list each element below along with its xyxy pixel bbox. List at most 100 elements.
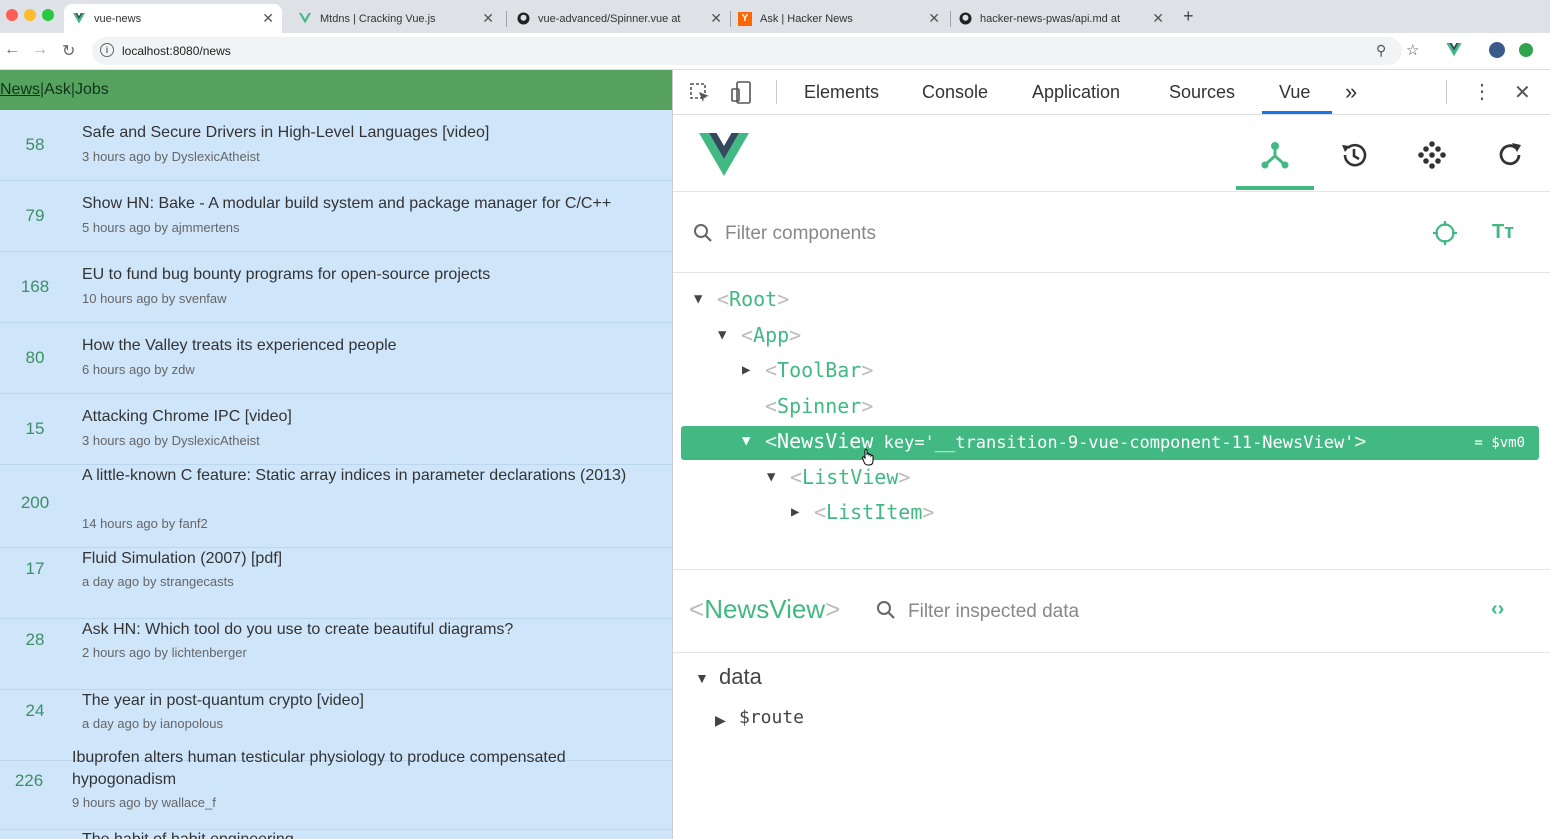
component-name: Spinner <box>777 394 862 418</box>
minimize-window-button[interactable] <box>24 9 36 21</box>
item-title[interactable]: Ask HN: Which tool do you use to create … <box>82 619 662 641</box>
tree-node-newsview[interactable]: ▼ <NewsView key='__transition-9-vue-comp… <box>681 426 1539 460</box>
list-item: 58 Safe and Secure Drivers in High-Level… <box>0 110 672 181</box>
tab-vue[interactable]: Vue <box>1279 82 1310 103</box>
item-title[interactable]: Ibuprofen alters human testicular physio… <box>72 747 632 791</box>
item-title[interactable]: A little-known C feature: Static array i… <box>82 465 642 487</box>
expand-arrow-icon[interactable]: ▶ <box>791 504 799 520</box>
browser-tab-spinner-vue[interactable]: vue-advanced/Spinner.vue at ✕ <box>508 4 730 33</box>
vue-devtools-header <box>673 115 1550 192</box>
format-names-icon[interactable]: Tт <box>1492 221 1514 244</box>
close-icon[interactable]: ✕ <box>928 10 940 27</box>
select-component-target-icon[interactable] <box>1433 221 1457 250</box>
item-points: 168 <box>20 277 50 296</box>
tab-separator <box>506 11 507 27</box>
omnibox[interactable]: i localhost:8080/news ⚲ ☆ <box>92 37 1419 65</box>
device-toolbar-icon[interactable] <box>731 81 753 110</box>
history-icon[interactable] <box>1334 135 1374 175</box>
browser-tab-cracking-vue[interactable]: Mtdns | Cracking Vue.js ✕ <box>290 4 502 33</box>
tab-application[interactable]: Application <box>1032 82 1120 103</box>
close-icon[interactable]: ✕ <box>482 10 494 27</box>
forward-arrow-icon[interactable]: → <box>32 41 48 59</box>
component-key: key='__transition-9-vue-component-11-New… <box>873 433 1355 453</box>
nav-link-jobs[interactable]: Jobs <box>75 81 109 99</box>
inspector-header: <NewsView> Filter inspected data ‹› <box>673 569 1550 653</box>
close-icon[interactable]: ✕ <box>1152 10 1164 27</box>
browser-tab-hacker-news[interactable]: Y Ask | Hacker News ✕ <box>730 4 948 33</box>
star-icon[interactable]: ☆ <box>1406 41 1419 59</box>
item-title[interactable]: The habit of habit engineering <box>82 829 662 839</box>
nav-link-news[interactable]: News <box>0 81 40 99</box>
component-name: App <box>753 323 790 347</box>
reload-icon[interactable]: ↻ <box>62 41 75 61</box>
close-icon[interactable]: ✕ <box>1514 80 1531 105</box>
component-filter-bar: Filter components Tт <box>673 192 1550 273</box>
item-meta: 10 hours ago by svenfaw <box>82 291 227 306</box>
zoom-icon[interactable]: ⚲ <box>1376 42 1386 59</box>
item-title[interactable]: Attacking Chrome IPC [video] <box>82 406 662 428</box>
tree-node-root[interactable]: ▼ <Root> <box>673 285 1550 317</box>
expand-arrow-icon[interactable]: ▼ <box>718 327 726 343</box>
list-item: 80 How the Valley treats its experienced… <box>0 323 672 394</box>
browser-tab-strip: vue-news ✕ Mtdns | Cracking Vue.js ✕ vue… <box>0 0 1550 33</box>
info-icon[interactable]: i <box>100 43 114 57</box>
tab-elements[interactable]: Elements <box>804 82 879 103</box>
close-window-button[interactable] <box>6 9 18 21</box>
item-meta: 3 hours ago by DyslexicAtheist <box>82 149 260 164</box>
tab-console[interactable]: Console <box>922 82 988 103</box>
zoom-window-button[interactable] <box>42 9 54 21</box>
browser-tab-api-md[interactable]: hacker-news-pwas/api.md at ✕ <box>950 4 1172 33</box>
close-icon[interactable]: ✕ <box>262 10 274 27</box>
browser-tab-vue-news[interactable]: vue-news ✕ <box>64 4 282 33</box>
item-title[interactable]: Safe and Secure Drivers in High-Level La… <box>82 122 662 144</box>
expand-arrow-icon[interactable]: ▼ <box>695 670 709 686</box>
expand-arrow-icon[interactable]: ▶ <box>742 362 750 378</box>
item-title[interactable]: Show HN: Bake - A modular build system a… <box>82 193 662 215</box>
data-field-route[interactable]: $route <box>739 707 804 728</box>
item-points: 58 <box>25 135 45 154</box>
inspected-data: ▼ data ▶ $route <box>673 652 1550 839</box>
component-tag: <ListItem> <box>814 500 935 524</box>
new-tab-button[interactable]: + <box>1183 6 1194 27</box>
code-icon[interactable]: ‹› <box>1491 598 1504 621</box>
tab-sources[interactable]: Sources <box>1169 82 1235 103</box>
item-title[interactable]: How the Valley treats its experienced pe… <box>82 335 662 357</box>
component-tag: <ListView> <box>790 465 911 489</box>
expand-arrow-icon[interactable]: ▼ <box>767 469 775 485</box>
list-item: 15 Attacking Chrome IPC [video] 3 hours … <box>0 394 672 465</box>
expand-arrow-icon[interactable]: ▼ <box>742 433 750 449</box>
list-item: 17 Fluid Simulation (2007) [pdf] a day a… <box>0 548 672 619</box>
item-points: 17 <box>25 559 45 578</box>
back-arrow-icon[interactable]: ← <box>4 41 20 59</box>
item-title[interactable]: EU to fund bug bounty programs for open-… <box>82 264 662 286</box>
tree-node-listitem[interactable]: ▶ <ListItem> <box>673 498 1550 530</box>
item-title[interactable]: Fluid Simulation (2007) [pdf] <box>82 548 662 570</box>
refresh-icon[interactable] <box>1490 135 1530 175</box>
component-name: ListView <box>802 465 899 489</box>
tree-node-spinner[interactable]: <Spinner> <box>673 392 1550 424</box>
tree-node-app[interactable]: ▼ <App> <box>673 321 1550 353</box>
url-text[interactable]: localhost:8080/news <box>122 44 231 58</box>
filter-components-input[interactable]: Filter components <box>725 223 876 245</box>
close-icon[interactable]: ✕ <box>710 10 722 27</box>
tree-node-toolbar[interactable]: ▶ <ToolBar> <box>673 356 1550 388</box>
expand-arrow-icon[interactable]: ▼ <box>694 291 702 307</box>
vuex-icon[interactable] <box>1412 135 1452 175</box>
nav-link-ask[interactable]: Ask <box>44 81 71 99</box>
vue-devtools-extension-icon[interactable] <box>1446 43 1462 61</box>
active-tab-indicator <box>1262 111 1332 114</box>
filter-inspected-data-input[interactable]: Filter inspected data <box>908 601 1079 623</box>
profile-avatar[interactable] <box>1489 42 1505 58</box>
kebab-menu-icon[interactable]: ⋮ <box>1472 79 1492 104</box>
more-tabs-button[interactable]: » <box>1345 79 1357 105</box>
search-icon <box>876 600 896 625</box>
inspect-element-icon[interactable] <box>689 82 711 109</box>
list-item: 168 EU to fund bug bounty programs for o… <box>0 252 672 323</box>
item-points: 200 <box>20 493 50 512</box>
extension-green-icon[interactable] <box>1519 43 1533 57</box>
active-tool-indicator <box>1236 186 1314 190</box>
item-title[interactable]: The year in post-quantum crypto [video] <box>82 690 662 712</box>
tree-node-listview[interactable]: ▼ <ListView> <box>673 463 1550 495</box>
expand-arrow-icon[interactable]: ▶ <box>715 712 726 729</box>
components-icon[interactable] <box>1255 135 1295 175</box>
